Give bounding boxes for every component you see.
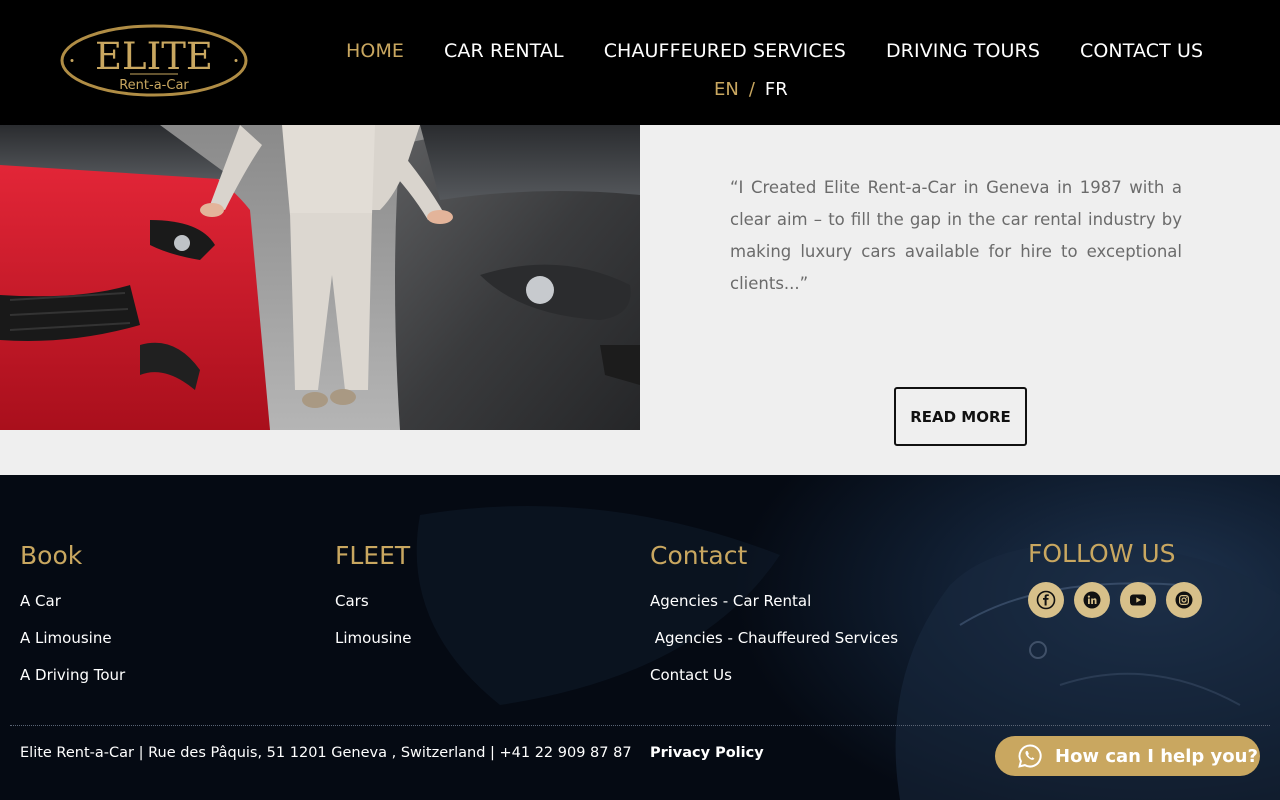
company-address: Elite Rent-a-Car | Rue des Pâquis, 51 12… [20, 745, 632, 761]
lang-separator: / [748, 79, 755, 100]
social-links [1028, 582, 1202, 618]
nav-car-rental[interactable]: CAR RENTAL [424, 40, 584, 62]
lang-en[interactable]: EN [714, 79, 739, 100]
follow-heading: FOLLOW US [1028, 539, 1176, 568]
logo-tagline: Rent-a-Car [119, 78, 189, 93]
agencies-chauffeured-link[interactable]: Agencies - Chauffeured Services [650, 629, 898, 647]
agencies-car-rental-link[interactable]: Agencies - Car Rental [650, 592, 898, 610]
book-driving-tour-link[interactable]: A Driving Tour [20, 666, 125, 684]
elite-logo[interactable]: ELITE Rent-a-Car [60, 24, 248, 97]
nav-home[interactable]: HOME [326, 40, 424, 62]
privacy-policy-link[interactable]: Privacy Policy [650, 745, 764, 761]
facebook-icon[interactable] [1028, 582, 1064, 618]
whatsapp-chat-button[interactable]: How can I help you? [995, 736, 1260, 776]
main-nav: HOME CAR RENTAL CHAUFFEURED SERVICES DRI… [326, 40, 1223, 62]
book-heading: Book [20, 541, 83, 570]
language-switcher: EN / FR [714, 79, 788, 100]
logo-name: ELITE [95, 35, 213, 78]
whatsapp-icon [1018, 744, 1042, 768]
footer-book-column: Book A Car A Limousine A Driving Tour [20, 541, 125, 703]
founder-section: “I Created Elite Rent-a-Car in Geneva in… [0, 125, 1280, 475]
youtube-icon[interactable] [1120, 582, 1156, 618]
nav-contact-us[interactable]: CONTACT US [1060, 40, 1223, 62]
fleet-limousine-link[interactable]: Limousine [335, 629, 412, 647]
nav-chauffeured-services[interactable]: CHAUFFEURED SERVICES [584, 40, 866, 62]
read-more-button[interactable]: READ MORE [894, 387, 1027, 446]
footer-divider [10, 725, 1270, 726]
footer-contact-column: Contact Agencies - Car Rental Agencies -… [650, 541, 898, 703]
footer-fleet-column: FLEET Cars Limousine [335, 541, 412, 666]
linkedin-icon[interactable] [1074, 582, 1110, 618]
footer-follow-column: FOLLOW US [1028, 539, 1202, 618]
site-header: ELITE Rent-a-Car HOME CAR RENTAL CHAUFFE… [0, 0, 1280, 125]
book-limousine-link[interactable]: A Limousine [20, 629, 125, 647]
nav-driving-tours[interactable]: DRIVING TOURS [866, 40, 1060, 62]
contact-heading: Contact [650, 541, 748, 570]
lang-fr[interactable]: FR [765, 79, 788, 100]
founder-quote: “I Created Elite Rent-a-Car in Geneva in… [730, 178, 1182, 293]
fleet-heading: FLEET [335, 541, 411, 570]
chat-label: How can I help you? [1055, 745, 1258, 767]
contact-us-link[interactable]: Contact Us [650, 666, 898, 684]
book-car-link[interactable]: A Car [20, 592, 125, 610]
fleet-cars-link[interactable]: Cars [335, 592, 412, 610]
instagram-icon[interactable] [1166, 582, 1202, 618]
founder-photo [0, 125, 640, 430]
